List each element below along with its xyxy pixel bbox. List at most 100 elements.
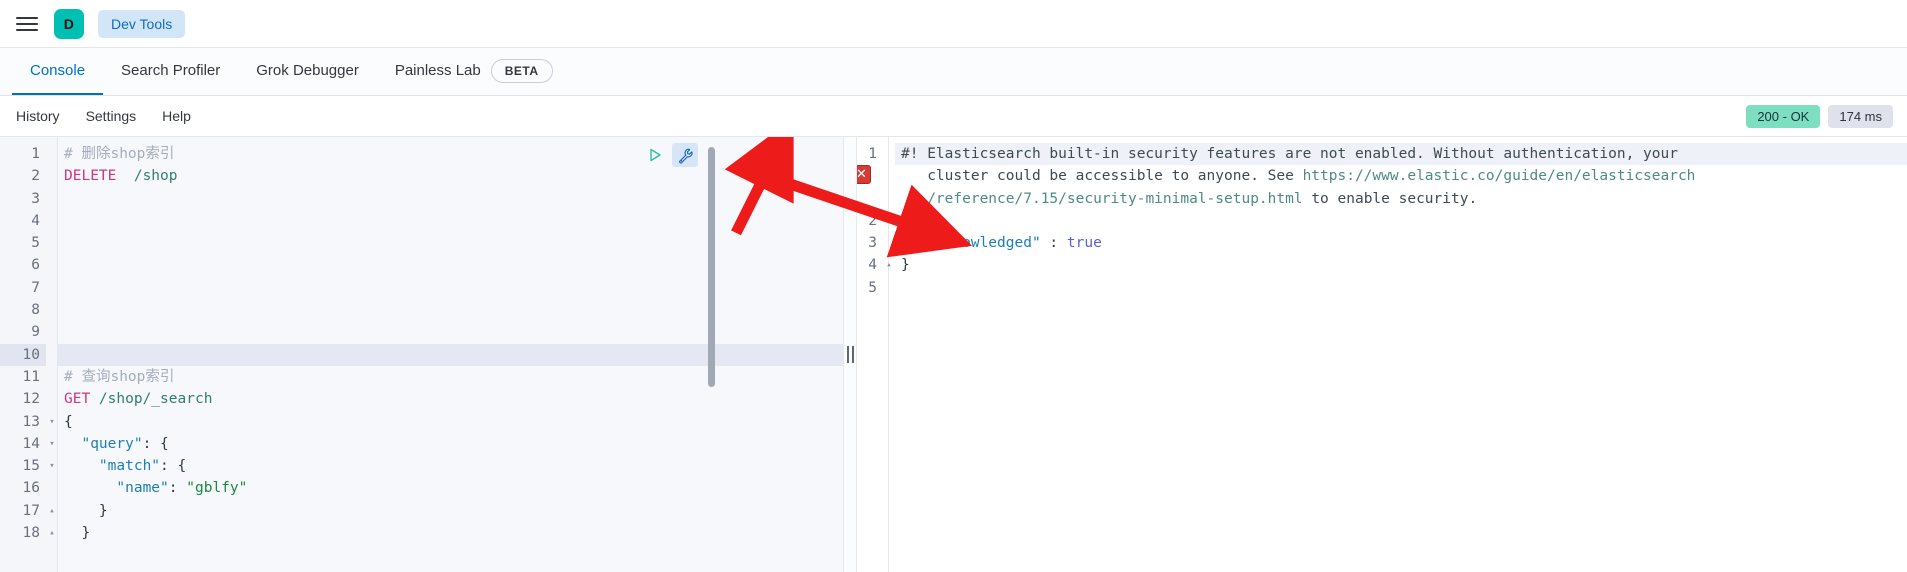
code-line[interactable]: 5 — [843, 277, 1907, 299]
code-line[interactable]: 8 — [0, 299, 843, 322]
code-line[interactable]: 13 ▾ { — [0, 410, 843, 433]
code-line[interactable]: /reference/7.15/security-minimal-setup.h… — [843, 188, 1907, 210]
code-fold-toggle — [883, 143, 895, 165]
code-token: GET — [64, 391, 91, 408]
code-line-text: } — [58, 522, 843, 545]
request-editor-pane[interactable]: 1 # 删除shop索引 2 DELETE /shop 3 4 5 6 7 8 9 10… — [0, 137, 843, 572]
code-line-text: } — [895, 254, 1907, 276]
help-link[interactable]: Help — [162, 108, 191, 124]
pane-resizer-handle[interactable] — [843, 137, 857, 572]
history-link[interactable]: History — [16, 108, 60, 124]
code-fold-toggle[interactable]: ▴ — [46, 522, 58, 544]
resizer-grip-icon — [846, 346, 854, 363]
code-line[interactable]: cluster could be accessible to anyone. S… — [843, 165, 1907, 187]
play-triangle-icon[interactable] — [644, 144, 666, 166]
code-fold-toggle — [46, 388, 58, 410]
code-fold-toggle[interactable]: ▴ — [883, 254, 895, 276]
code-line[interactable]: 4 — [0, 209, 843, 233]
code-token: true — [1066, 235, 1102, 252]
code-fold-toggle[interactable]: ▾ — [46, 455, 58, 477]
tab-console[interactable]: Console — [12, 48, 104, 95]
code-fold-toggle[interactable]: ▴ — [46, 500, 58, 522]
tab-label: Console — [30, 62, 86, 79]
code-line-text — [58, 232, 843, 255]
code-line[interactable]: 5 — [0, 232, 843, 255]
code-line-text — [58, 299, 843, 322]
code-line[interactable]: 7 — [0, 276, 843, 300]
code-fold-toggle — [46, 277, 58, 299]
code-token: : { — [142, 435, 169, 452]
code-fold-toggle — [46, 344, 58, 366]
code-line-text: "acknowledged" : true — [895, 232, 1907, 254]
code-token: DELETE — [64, 168, 117, 185]
line-number: 2 — [31, 168, 40, 185]
wrench-icon[interactable] — [672, 143, 698, 167]
avatar[interactable]: D — [54, 8, 84, 39]
code-line[interactable]: 18 ▴ } — [0, 522, 843, 545]
line-number: 17 — [22, 502, 40, 519]
code-line[interactable]: 1 #! Elasticsearch built-in security feat… — [843, 143, 1907, 166]
code-line[interactable]: 1 # 删除shop索引 — [0, 143, 843, 166]
line-number: 15 — [22, 458, 40, 475]
hamburger-menu-icon[interactable] — [14, 11, 40, 37]
code-line[interactable]: 3 — [0, 187, 843, 210]
code-fold-toggle — [46, 143, 58, 165]
code-line[interactable]: 17 ▴ } — [0, 499, 843, 523]
code-line-text: { — [895, 210, 1907, 232]
code-token: /shop/_search — [90, 391, 213, 408]
code-line-text: cluster could be accessible to anyone. S… — [895, 165, 1907, 187]
status-group: 200 - OK 174 ms — [1746, 104, 1893, 128]
code-fold-toggle — [46, 210, 58, 232]
code-line-text — [58, 343, 843, 366]
code-line[interactable]: 9 — [0, 321, 843, 344]
code-line[interactable]: 15 ▾ "match": { — [0, 455, 843, 478]
code-line[interactable]: 6 — [0, 254, 843, 277]
request-code-lines[interactable]: 1 # 删除shop索引 2 DELETE /shop 3 4 5 6 7 8 9 10… — [0, 143, 843, 545]
code-line[interactable]: 2{ — [843, 210, 1907, 232]
code-line[interactable]: 16 "name": "gblfy" — [0, 477, 843, 500]
request-scrollbar-thumb[interactable] — [708, 147, 715, 387]
response-viewer-pane[interactable]: ✕ 1 #! Elasticsearch built-in security fe… — [843, 137, 1907, 572]
response-code-lines[interactable]: 1 #! Elasticsearch built-in security feat… — [843, 143, 1907, 299]
code-line-text: "name": "gblfy" — [58, 477, 843, 500]
line-number: 3 — [31, 190, 40, 207]
code-token: cluster could be accessible to anyone. S… — [901, 168, 1303, 185]
code-line[interactable]: 4 ▴} — [843, 254, 1907, 276]
settings-link[interactable]: Settings — [86, 108, 137, 124]
line-number: 16 — [22, 480, 40, 497]
tab-painless-lab[interactable]: Painless Lab BETA — [377, 48, 571, 95]
line-number: 9 — [31, 324, 40, 341]
code-line[interactable]: 3 "acknowledged" : true — [843, 232, 1907, 254]
console-split-panes: 1 # 删除shop索引 2 DELETE /shop 3 4 5 6 7 8 9 10… — [0, 136, 1907, 572]
code-line[interactable]: 10 — [0, 343, 843, 366]
hamburger-bar — [16, 22, 38, 25]
line-number: 7 — [31, 279, 40, 296]
breadcrumb[interactable]: Dev Tools — [98, 9, 186, 38]
code-line[interactable]: 11 # 查询shop索引 — [0, 365, 843, 389]
status-badge: 200 - OK — [1746, 104, 1821, 128]
request-action-controls — [644, 143, 698, 167]
code-fold-toggle — [46, 165, 58, 187]
code-line[interactable]: 12 GET /shop/_search — [0, 388, 843, 411]
tab-label: Grok Debugger — [256, 62, 359, 79]
code-token: { — [64, 413, 73, 430]
code-line[interactable]: 2 DELETE /shop — [0, 165, 843, 188]
code-line-text: # 删除shop索引 — [58, 143, 843, 166]
code-line-text: #! Elasticsearch built-in security featu… — [895, 143, 1907, 166]
code-line-text: DELETE /shop — [58, 165, 843, 188]
code-fold-toggle[interactable]: ▾ — [46, 433, 58, 455]
code-token: } — [901, 257, 910, 274]
tab-search-profiler[interactable]: Search Profiler — [103, 48, 238, 95]
code-token: https://www.elastic.co/guide/en/elastics… — [1302, 168, 1696, 185]
tab-grok-debugger[interactable]: Grok Debugger — [238, 48, 377, 95]
code-line-text — [58, 321, 843, 344]
code-token: /shop — [116, 168, 178, 185]
code-token: : { — [160, 458, 187, 475]
code-line[interactable]: 14 ▾ "query": { — [0, 432, 843, 456]
code-fold-toggle[interactable]: ▾ — [46, 411, 58, 433]
code-fold-toggle — [883, 210, 895, 232]
line-number: 12 — [22, 391, 40, 408]
